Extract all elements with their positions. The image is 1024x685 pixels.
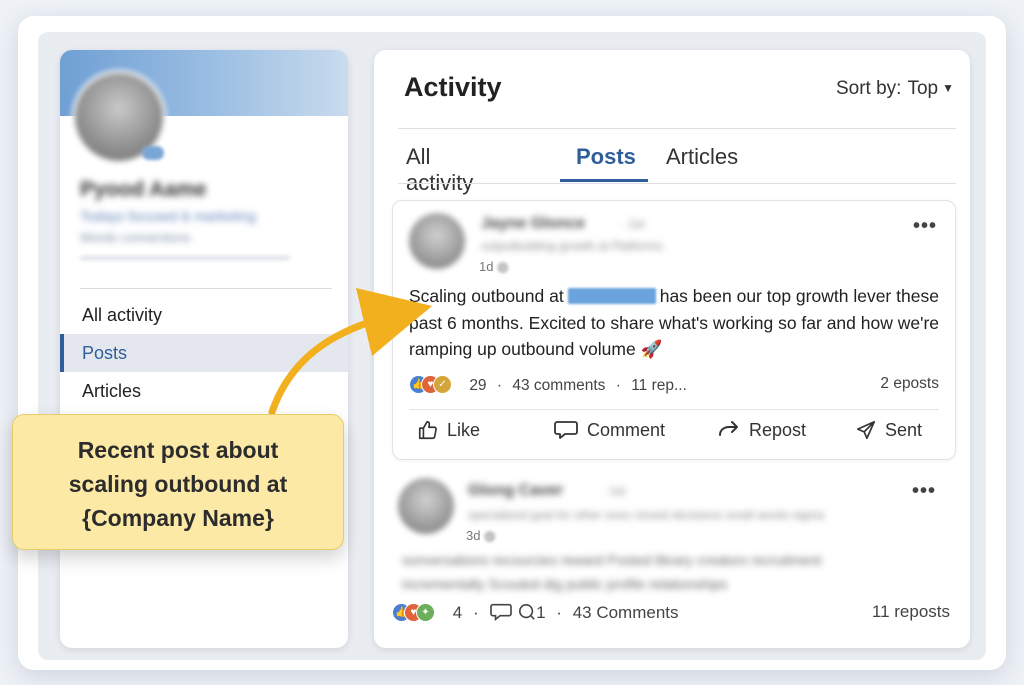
connection-degree-2: · 1st	[602, 484, 626, 498]
callout-text: Recent post about scaling outbound at {C…	[13, 433, 343, 535]
repost-count[interactable]: 11 rep...	[631, 377, 687, 394]
reaction-count[interactable]: 29	[469, 377, 486, 394]
celebrate-reaction-icon: ✦	[416, 603, 435, 622]
more-icon[interactable]: •••	[913, 215, 937, 238]
author-name-2[interactable]: Glong Caver	[468, 482, 563, 500]
sort-label: Sort by:	[835, 78, 902, 99]
profile-headline: Todays focused & marketing	[80, 208, 256, 224]
callout-line-2: scaling outbound at	[68, 471, 288, 497]
comment-icon	[519, 603, 535, 620]
author-name[interactable]: Jayne Glonce	[481, 215, 585, 233]
post-stats-2: 👍 ♥ ✦ 4 · 1 · 43 Comments 11 reposts	[392, 602, 950, 626]
activity-card: Activity Sort by: Top ▼ All activity Posts…	[374, 50, 970, 648]
post-text: Scaling outbound at has been our top grow…	[409, 283, 949, 363]
author-avatar-2[interactable]	[398, 478, 454, 534]
profile-activity-nav: All activity Posts Articles	[60, 296, 348, 410]
comment-button[interactable]: Comment	[553, 419, 665, 441]
page-title: Activity	[404, 72, 502, 102]
post-timestamp: 1d ◍	[479, 259, 509, 274]
callout-line-1: Recent post about	[77, 437, 279, 463]
nav-item-posts[interactable]: Posts	[60, 334, 348, 372]
tab-all-activity[interactable]: All activity	[406, 144, 473, 195]
tabs-divider	[398, 183, 956, 184]
send-button[interactable]: Sent	[855, 419, 922, 441]
author-headline-2: specialized goal for other ones closed d…	[468, 508, 825, 522]
profile-card: Pyood Aame Todays focused & marketing Wo…	[60, 50, 348, 648]
post-stats: 👍 ♥ ✓ 29 · 43 comments · 11 rep... 2 epo…	[409, 375, 939, 397]
post-card: Jayne Glonce · 1st outputbuilding growth…	[392, 200, 956, 460]
post-text-2-line2: incrementally Scouted dig public profile…	[402, 576, 728, 592]
nav-item-articles[interactable]: Articles	[60, 372, 348, 410]
comment-icon	[554, 421, 578, 439]
comments-link-2[interactable]: 43 Comments	[573, 603, 679, 622]
comment-icon	[490, 603, 513, 621]
actions-divider	[409, 409, 939, 410]
send-icon	[856, 420, 876, 440]
reaction-count-2[interactable]: 4	[453, 603, 462, 622]
profile-divider	[80, 288, 332, 289]
rocket-icon: 🚀	[640, 339, 663, 359]
reaction-icons[interactable]: 👍 ♥ ✓	[409, 375, 465, 394]
tab-posts[interactable]: Posts	[576, 144, 636, 182]
active-tab-indicator	[560, 179, 648, 182]
sort-value: Top	[907, 78, 939, 99]
header-divider	[398, 128, 956, 129]
caret-down-icon: ▼	[942, 81, 954, 95]
reaction-icons-2[interactable]: 👍 ♥ ✦	[392, 603, 448, 622]
more-icon-2[interactable]: •••	[912, 480, 936, 503]
nav-item-all-activity[interactable]: All activity	[60, 296, 348, 334]
connection-degree: · 1st	[621, 217, 645, 231]
post-text-start: Scaling outbound at	[409, 286, 564, 306]
post-text-2-line1: sonversations recourcies reward Posted l…	[402, 552, 822, 568]
repost-count-right[interactable]: 2 eposts	[880, 375, 939, 393]
post-timestamp-2: 3d ◍	[466, 528, 496, 543]
tab-articles[interactable]: Articles	[666, 144, 738, 182]
like-button[interactable]: Like	[417, 419, 480, 441]
comment-count-2[interactable]: 1	[536, 603, 545, 622]
repost-icon	[719, 421, 738, 436]
annotation-callout: Recent post about scaling outbound at {C…	[12, 414, 344, 550]
company-name-redacted	[567, 288, 656, 304]
open-to-work-badge	[142, 146, 164, 160]
profile-subline: Words connections	[80, 230, 191, 245]
post-actions: Like Comment Repost Sent	[409, 419, 949, 449]
repost-count-2[interactable]: 11 reposts	[872, 602, 950, 622]
insightful-reaction-icon: ✓	[433, 375, 452, 394]
author-headline: outputbuilding growth at Platforms	[481, 239, 663, 253]
sort-dropdown[interactable]: Sort by: Top ▼	[836, 78, 954, 100]
comment-count[interactable]: 43 comments	[512, 377, 605, 394]
author-avatar[interactable]	[409, 213, 465, 269]
like-icon	[418, 420, 437, 440]
repost-button[interactable]: Repost	[717, 419, 806, 441]
callout-line-3: {Company Name}	[82, 505, 274, 531]
profile-detail-line	[80, 256, 290, 260]
profile-name[interactable]: Pyood Aame	[80, 178, 206, 202]
